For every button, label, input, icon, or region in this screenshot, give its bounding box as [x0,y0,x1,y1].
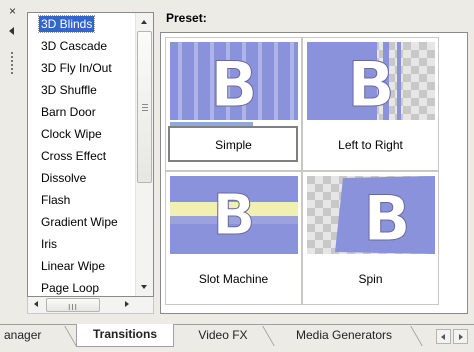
scroll-thumb[interactable] [137,31,152,183]
scroll-down-arrow-icon[interactable] [136,279,153,296]
preset-name: Left to Right [338,138,403,152]
list-item-label: 3D Cascade [41,39,108,53]
list-item[interactable]: Barn Door [28,101,136,123]
list-item[interactable]: 3D Fly In/Out [28,57,136,79]
list-item[interactable]: 3D Shuffle [28,79,136,101]
list-item[interactable]: Page Loop [28,277,136,296]
svg-text:B: B [347,48,394,120]
list-item-label: Linear Wipe [41,259,106,273]
preset-simple[interactable]: B Simple [165,37,302,171]
preset-panel: B Simple B Left to Right B Slot Machine … [160,32,468,314]
tab-separator [64,326,77,346]
spin-transition-thumbnail-icon: B [307,176,435,254]
svg-text:B: B [363,182,410,254]
tab-media-generators[interactable]: Media Generators [274,325,414,347]
preset-label: Preset: [166,11,207,25]
transition-list[interactable]: 3D Blinds 3D Cascade 3D Fly In/Out 3D Sh… [27,12,154,297]
dock-grip-handle[interactable] [11,52,14,76]
transition-list-items: 3D Blinds 3D Cascade 3D Fly In/Out 3D Sh… [28,13,136,296]
list-item[interactable]: Cross Effect [28,145,136,167]
preset-spin[interactable]: B Spin [302,171,439,305]
preset-name: Simple [215,138,252,152]
grip-icon: III [68,303,78,312]
close-icon[interactable]: × [9,5,16,17]
tab-scroll-left-icon[interactable] [436,329,451,344]
list-item-label: Page Loop [41,281,100,295]
list-item[interactable]: Gradient Wipe [28,211,136,233]
scroll-up-arrow-icon[interactable] [136,13,153,30]
preset-left-to-right[interactable]: B Left to Right [302,37,439,171]
scroll-left-arrow-icon[interactable] [28,297,44,313]
preset-name: Slot Machine [198,272,269,286]
list-item[interactable]: 3D Cascade [28,35,136,57]
tab-transitions[interactable]: Transitions [76,324,174,347]
preset-slot-machine[interactable]: B Slot Machine [165,171,302,305]
svg-text:B: B [213,183,256,248]
list-item-label: 3D Blinds [37,15,96,33]
horizontal-scroll-thumb[interactable]: III [46,298,100,312]
window-tab-bar: anager Transitions Video FX Media Genera… [0,324,474,352]
preset-grid: B Simple B Left to Right B Slot Machine … [165,37,465,309]
blinds-transition-thumbnail-icon: B [170,42,298,120]
tab-media-manager[interactable]: anager [4,325,66,347]
list-item-label: 3D Shuffle [41,83,97,97]
list-item-label: Gradient Wipe [41,215,118,229]
svg-text:B: B [210,48,257,120]
list-vertical-scrollbar[interactable] [135,13,153,296]
list-item[interactable]: Flash [28,189,136,211]
list-item[interactable]: Linear Wipe [28,255,136,277]
left-to-right-transition-thumbnail-icon: B [307,42,435,120]
list-item-label: Flash [41,193,71,207]
collapse-arrow-icon[interactable] [9,27,14,35]
list-item-label: 3D Fly In/Out [41,61,112,75]
list-horizontal-scrollbar[interactable]: III [27,297,154,314]
list-item-label: Clock Wipe [41,127,102,141]
slot-machine-transition-thumbnail-icon: B [170,176,298,254]
list-item-label: Barn Door [41,105,96,119]
tab-video-fx[interactable]: Video FX [180,325,266,347]
list-item[interactable]: Clock Wipe [28,123,136,145]
list-item[interactable]: Iris [28,233,136,255]
list-item[interactable]: Dissolve [28,167,136,189]
list-item-label: Iris [41,237,57,251]
preset-name: Spin [358,272,383,286]
grip-icon [142,104,148,113]
list-item[interactable]: 3D Blinds [28,13,136,35]
list-item-label: Dissolve [41,171,87,185]
dock-strip: × [0,0,26,318]
tab-scroll-right-icon[interactable] [453,329,468,344]
scroll-right-arrow-icon[interactable] [119,297,135,313]
list-item-label: Cross Effect [41,149,107,163]
